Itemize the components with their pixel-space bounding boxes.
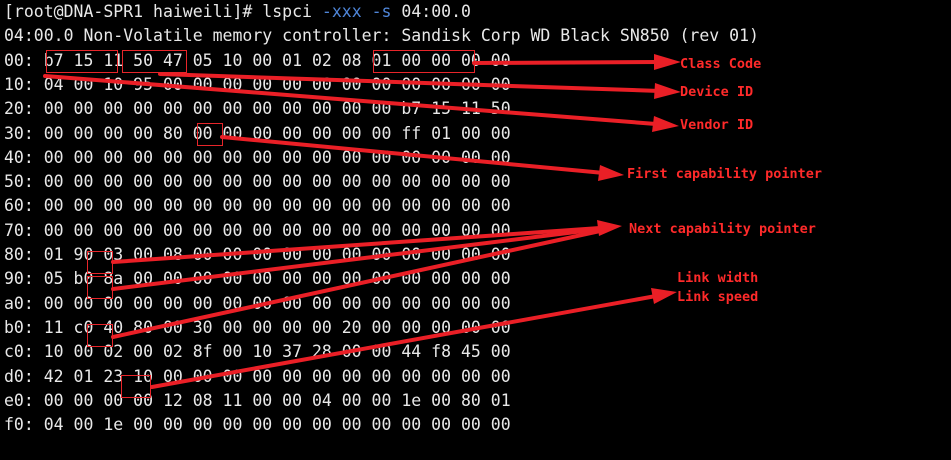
label-class-code: Class Code [680,56,762,72]
arrow-class-code [472,60,662,65]
label-next-cap-pointer: Next capability pointer [629,221,816,237]
arrow-vendor-id [43,74,658,126]
arrow-link-status [150,294,658,389]
label-first-cap-pointer: First capability pointer [627,166,823,182]
arrow-lines [43,60,662,389]
label-link-width: Link width [677,270,759,286]
label-device-id: Device ID [680,84,754,100]
arrow-device-id [158,72,662,93]
arrowhead-link [651,288,677,304]
arrow-first-cap [220,135,606,175]
label-vendor-id: Vendor ID [680,117,754,133]
arrow-next-cap-90 [111,227,602,291]
label-link-speed: Link speed [677,289,759,305]
arrowhead-next-cap [597,220,622,236]
arrowhead-device-id [654,83,681,99]
arrowhead-class-code [654,54,681,70]
terminal-window[interactable]: [root@DNA-SPR1 haiweili]# lspci -xxx -s … [0,0,951,460]
arrowhead-first-cap [598,165,624,181]
arrowhead-vendor-id [652,116,679,132]
